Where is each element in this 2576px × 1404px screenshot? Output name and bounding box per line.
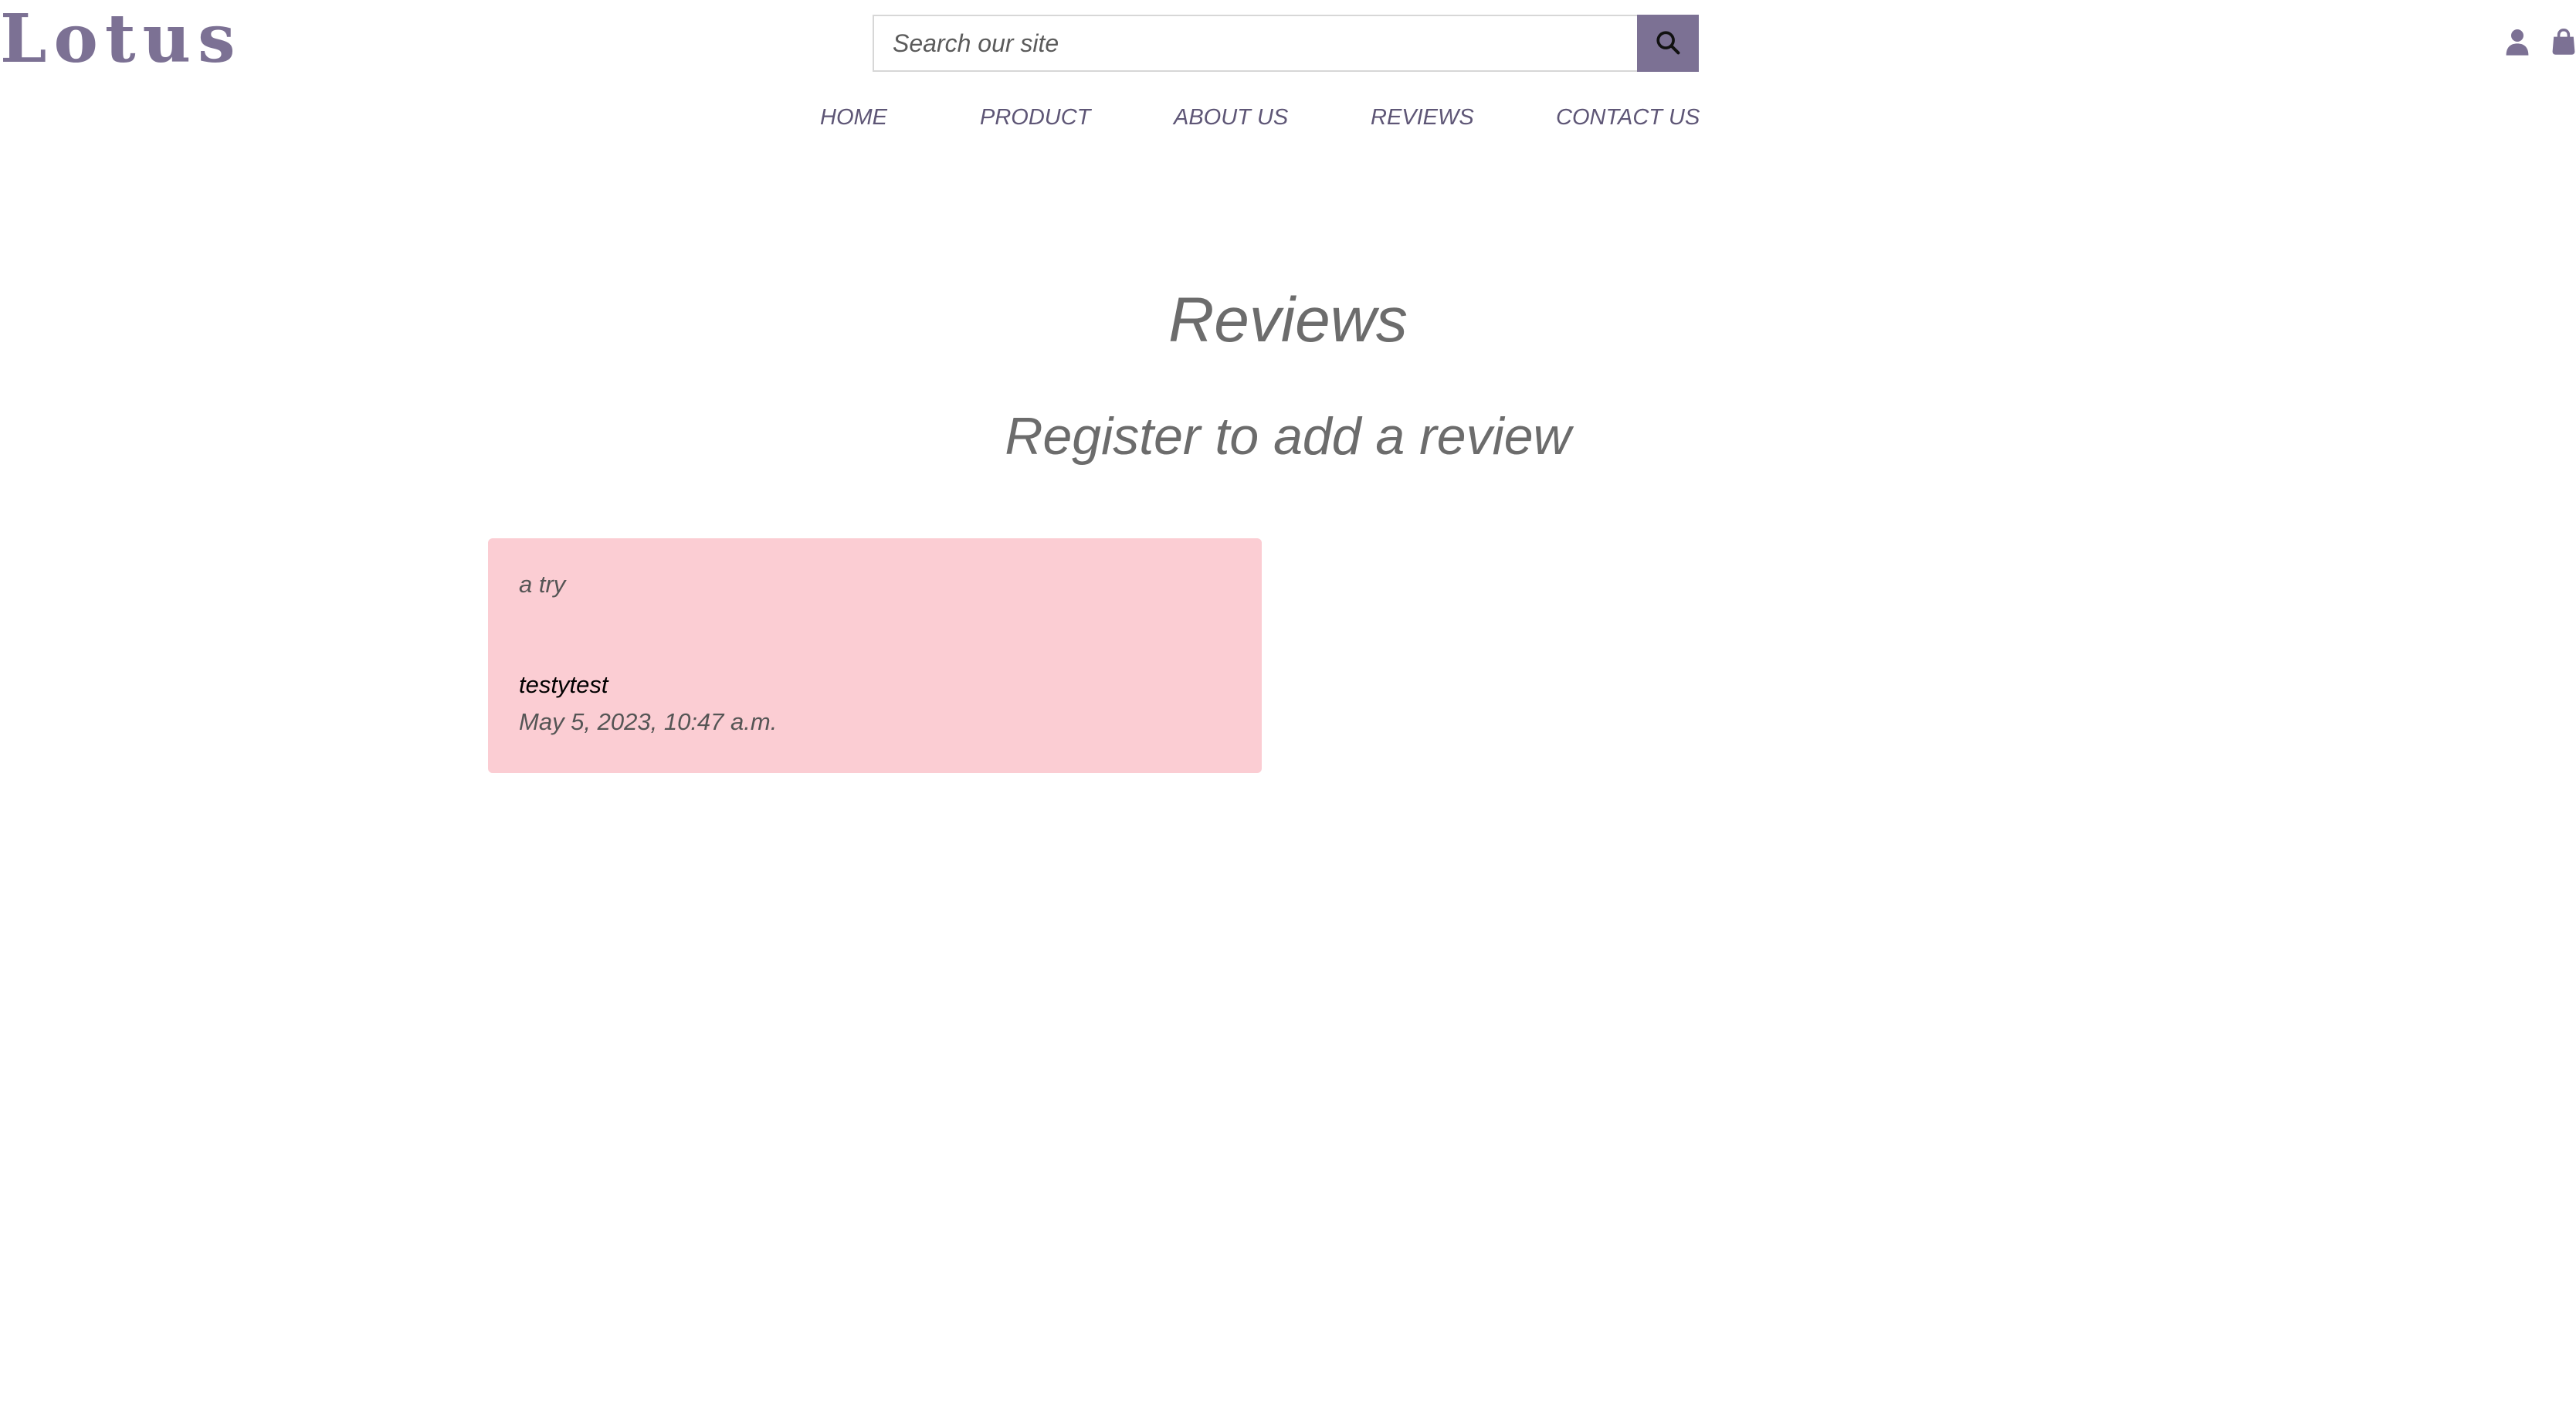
nav-item-home[interactable]: HOME [820, 100, 887, 134]
review-card: a try testytest May 5, 2023, 10:47 a.m. [488, 538, 1262, 773]
nav-item-product[interactable]: PRODUCT [980, 100, 1090, 134]
nav-item-contact-us[interactable]: CONTACT US [1556, 100, 1700, 134]
review-date: May 5, 2023, 10:47 a.m. [519, 708, 778, 735]
page-title: Reviews [1168, 285, 1408, 355]
main-nav: HOME PRODUCT ABOUT US REVIEWS CONTACT US [0, 100, 2576, 134]
nav-item-reviews[interactable]: REVIEWS [1371, 100, 1474, 134]
search-form [873, 15, 1699, 72]
page: Lotus HOME PRODUCT [0, 0, 2576, 1404]
user-icon[interactable] [2505, 28, 2530, 59]
search-button[interactable] [1637, 15, 1699, 72]
register-prompt[interactable]: Register to add a review [0, 402, 2576, 471]
shopping-bag-icon[interactable] [2551, 28, 2576, 59]
search-input[interactable] [873, 15, 1637, 72]
site-logo[interactable]: Lotus [0, 6, 242, 73]
nav-item-about-us[interactable]: ABOUT US [1174, 100, 1288, 134]
review-author: testytest [519, 671, 608, 698]
search-icon [1655, 29, 1681, 58]
header-icons [2505, 28, 2576, 59]
review-text: a try [519, 571, 566, 598]
